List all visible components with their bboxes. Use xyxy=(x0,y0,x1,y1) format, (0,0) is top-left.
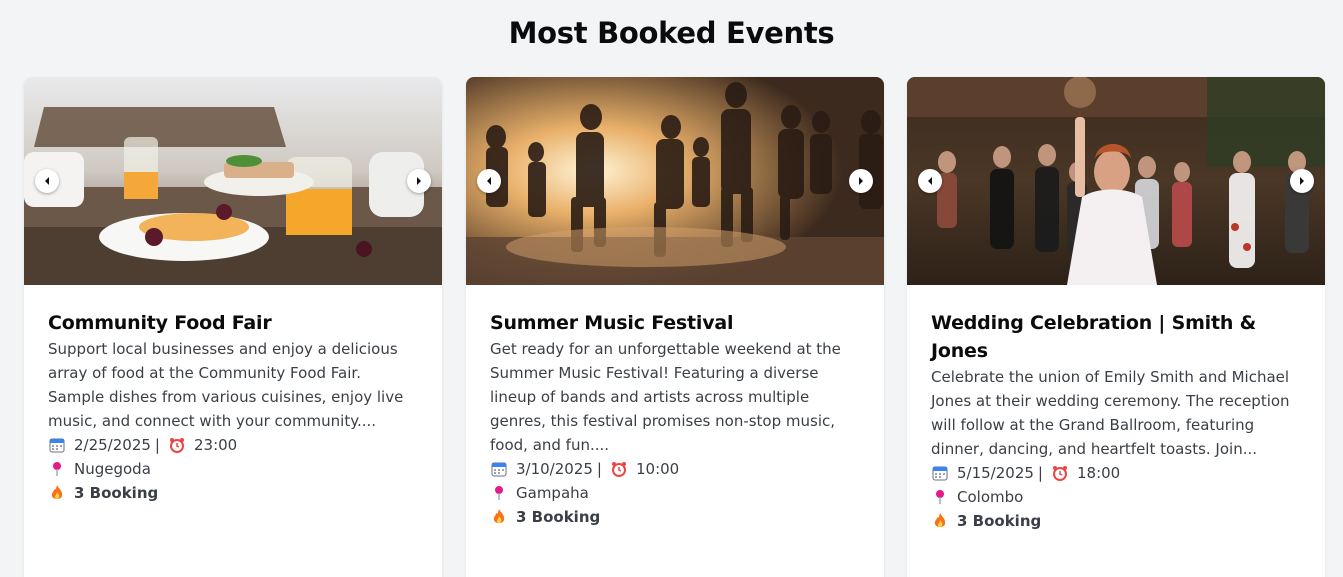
festival-crowd-photo xyxy=(466,77,884,285)
calendar-icon xyxy=(491,462,507,477)
carousel-next-button[interactable] xyxy=(849,169,873,193)
food-table-photo xyxy=(24,77,442,285)
wedding-bouquet-photo xyxy=(907,77,1325,285)
map-pin-icon xyxy=(936,490,944,504)
chevron-left-icon xyxy=(45,177,49,185)
event-time: 23:00 xyxy=(193,436,238,454)
event-date: 2/25/2025 xyxy=(74,436,151,454)
event-date: 3/10/2025 xyxy=(516,460,593,478)
event-bookings-row: 3 Booking xyxy=(48,481,418,505)
event-datetime: 3/10/2025 | 10:00 xyxy=(490,457,860,481)
fire-icon xyxy=(934,513,946,527)
event-location: Nugegoda xyxy=(74,460,151,478)
alarm-clock-icon xyxy=(169,438,184,453)
carousel-next-button[interactable] xyxy=(1290,169,1314,193)
event-location-row: Gampaha xyxy=(490,481,860,505)
meta-separator: | xyxy=(154,436,160,454)
meta-separator: | xyxy=(1037,464,1043,482)
event-date: 5/15/2025 xyxy=(957,464,1034,482)
fire-icon xyxy=(51,485,63,499)
event-title[interactable]: Wedding Celebration | Smith & Jones xyxy=(931,309,1301,365)
event-bookings: 3 Booking xyxy=(957,512,1042,530)
section-title: Most Booked Events xyxy=(508,16,835,50)
chevron-left-icon xyxy=(928,177,932,185)
event-time: 18:00 xyxy=(1076,464,1121,482)
carousel-prev-button[interactable] xyxy=(918,169,942,193)
event-title[interactable]: Summer Music Festival xyxy=(490,309,860,337)
alarm-clock-icon xyxy=(611,462,626,477)
calendar-icon xyxy=(932,466,948,481)
event-description: Support local businesses and enjoy a del… xyxy=(48,340,404,430)
carousel-prev-button[interactable] xyxy=(35,169,59,193)
event-bookings: 3 Booking xyxy=(516,508,601,526)
event-description: Get ready for an unforgettable weekend a… xyxy=(490,340,841,454)
event-image-carousel[interactable] xyxy=(907,77,1325,285)
calendar-icon xyxy=(49,438,65,453)
event-image-carousel[interactable] xyxy=(24,77,442,285)
map-pin-icon xyxy=(495,486,503,500)
event-location: Gampaha xyxy=(516,484,589,502)
fire-icon xyxy=(493,509,505,523)
event-location: Colombo xyxy=(957,488,1024,506)
chevron-right-icon xyxy=(417,177,421,185)
event-datetime: 5/15/2025 | 18:00 xyxy=(931,461,1301,485)
event-card[interactable]: Wedding Celebration | Smith & Jones Cele… xyxy=(907,77,1325,577)
event-bookings: 3 Booking xyxy=(74,484,159,502)
event-card-body: Summer Music Festival Get ready for an u… xyxy=(466,285,884,529)
event-bookings-row: 3 Booking xyxy=(490,505,860,529)
chevron-right-icon xyxy=(859,177,863,185)
event-title[interactable]: Community Food Fair xyxy=(48,309,418,337)
event-datetime: 2/25/2025 | 23:00 xyxy=(48,433,418,457)
event-card-body: Community Food Fair Support local busine… xyxy=(24,285,442,505)
event-card[interactable]: Community Food Fair Support local busine… xyxy=(24,77,442,577)
event-location-row: Nugegoda xyxy=(48,457,418,481)
event-bookings-row: 3 Booking xyxy=(931,509,1301,533)
carousel-prev-button[interactable] xyxy=(477,169,501,193)
event-card-body: Wedding Celebration | Smith & Jones Cele… xyxy=(907,285,1325,533)
event-location-row: Colombo xyxy=(931,485,1301,509)
chevron-left-icon xyxy=(487,177,491,185)
meta-separator: | xyxy=(596,460,602,478)
event-card[interactable]: Summer Music Festival Get ready for an u… xyxy=(466,77,884,577)
carousel-next-button[interactable] xyxy=(407,169,431,193)
event-description: Celebrate the union of Emily Smith and M… xyxy=(931,368,1290,458)
alarm-clock-icon xyxy=(1052,466,1067,481)
map-pin-icon xyxy=(53,462,61,476)
event-image-carousel[interactable] xyxy=(466,77,884,285)
chevron-right-icon xyxy=(1300,177,1304,185)
event-time: 10:00 xyxy=(635,460,680,478)
